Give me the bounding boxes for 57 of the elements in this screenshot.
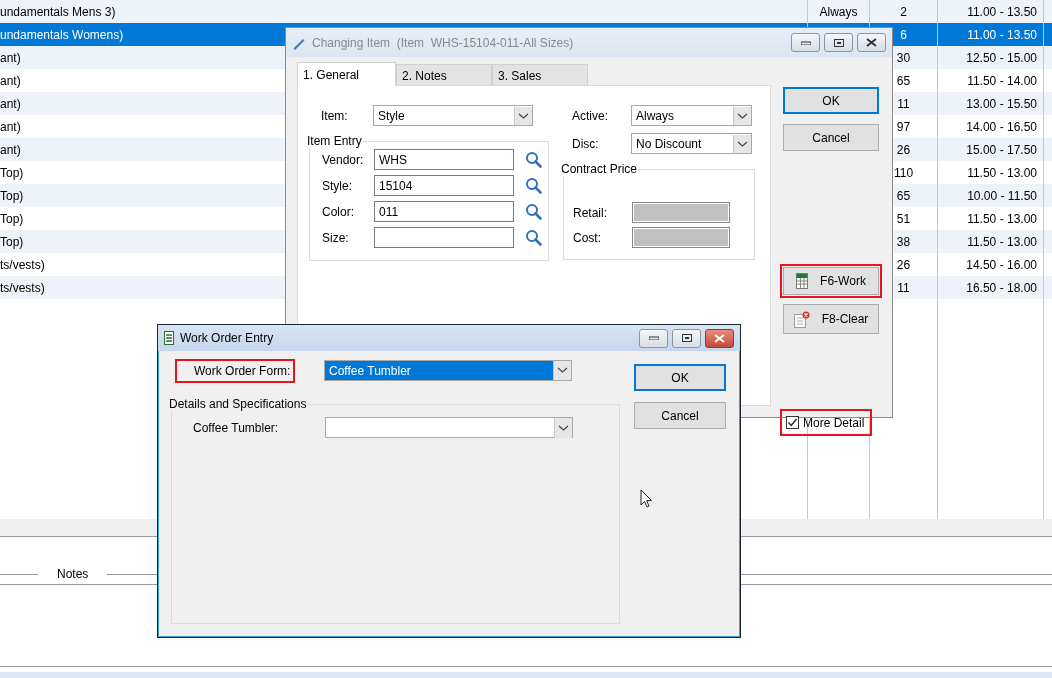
table-cell: 65: [896, 188, 911, 203]
field-label: Coffee Tumbler:: [192, 420, 280, 435]
field-label: Color:: [321, 204, 355, 219]
group-title: Item Entry: [306, 134, 363, 148]
table-cell: 10.00 - 11.50: [967, 188, 1037, 203]
field-label: Active:: [571, 108, 609, 123]
field-label: Vendor:: [321, 152, 365, 167]
window-title: Changing Item (Item WHS-15104-011-All Sizes): [312, 35, 575, 50]
table-cell: 14.00 - 16.50: [966, 119, 1037, 134]
table-cell: 16.50 - 18.00: [966, 280, 1037, 295]
table-cell: 11.00 - 13.50: [967, 27, 1037, 42]
table-cell: 38: [896, 234, 911, 249]
table-cell: ts/vests): [0, 257, 45, 272]
field-label: Style:: [321, 178, 353, 193]
table-cell: 15.00 - 17.50: [966, 142, 1037, 157]
field-label: Size:: [321, 230, 350, 245]
field-label: Work Order Form:: [175, 358, 295, 383]
table-cell: ts/vests): [0, 280, 45, 295]
table-cell: undamentals Womens): [0, 27, 124, 42]
table-cell: ant): [0, 73, 21, 88]
table-cell: 12.50 - 15.00: [966, 50, 1037, 65]
table-cell: 65: [896, 73, 911, 88]
table-cell: ant): [0, 119, 21, 134]
window-title: Work Order Entry: [180, 331, 275, 345]
table-cell: 11.50 - 13.00: [967, 234, 1037, 249]
table-cell: 26: [896, 142, 911, 157]
group-title: Details and Specifications: [168, 397, 308, 411]
table-cell: 11.50 - 13.00: [967, 211, 1037, 226]
table-cell: 13.00 - 15.50: [966, 96, 1037, 111]
table-cell: 26: [896, 257, 911, 272]
table-cell: 11: [897, 96, 910, 111]
table-cell: 51: [896, 211, 911, 226]
table-cell: 11.00 - 13.50: [967, 4, 1037, 19]
field-label: Cost:: [572, 230, 602, 245]
table-cell: 6: [900, 27, 907, 42]
table-cell: 11: [897, 280, 910, 295]
table-cell: ant): [0, 50, 21, 65]
table-cell: Always: [819, 4, 858, 19]
table-cell: undamentals Mens 3): [0, 4, 116, 19]
table-cell: 14.50 - 16.00: [966, 257, 1037, 272]
table-cell: 11.50 - 13.00: [967, 165, 1037, 180]
table-cell: 11.50 - 14.00: [967, 73, 1037, 88]
table-cell: 97: [896, 119, 911, 134]
table-cell: ant): [0, 96, 21, 111]
table-cell: ant): [0, 142, 21, 157]
table-cell: 30: [896, 50, 911, 65]
table-cell: 110: [893, 165, 914, 180]
table-cell: Top): [0, 234, 24, 249]
table-cell: Top): [0, 211, 24, 226]
field-label: Item:: [320, 108, 349, 123]
field-label: Disc:: [571, 136, 600, 151]
table-cell: 2: [900, 4, 907, 19]
table-cell: Top): [0, 165, 24, 180]
table-cell: Top): [0, 188, 24, 203]
field-label: Retail:: [572, 205, 608, 220]
group-title: Contract Price: [560, 162, 639, 176]
notes-label: Notes: [56, 567, 90, 581]
